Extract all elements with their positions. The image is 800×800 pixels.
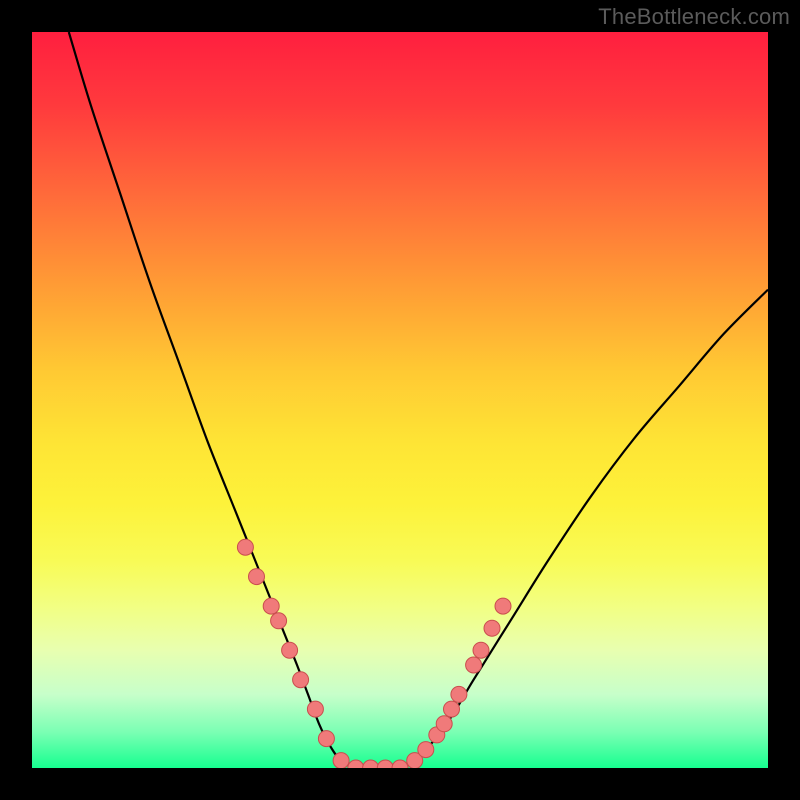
curve-dots [237,539,511,768]
watermark-text: TheBottleneck.com [598,4,790,30]
curve-dot [495,598,511,614]
curve-dot [318,731,334,747]
curve-dot [263,598,279,614]
curve-dot [282,642,298,658]
curve-dot [363,760,379,768]
bottleneck-curve [69,32,768,768]
curve-dot [436,716,452,732]
curve-dot [444,701,460,717]
curve-dot [348,760,364,768]
bottleneck-curve-svg [32,32,768,768]
curve-dot [466,657,482,673]
curve-dot [293,672,309,688]
curve-dot [271,613,287,629]
curve-dot [249,569,265,585]
curve-dot [451,686,467,702]
curve-dot [484,620,500,636]
curve-dot [377,760,393,768]
curve-dot [418,742,434,758]
curve-dot [473,642,489,658]
curve-dot [237,539,253,555]
curve-dot [307,701,323,717]
curve-dot [333,753,349,768]
curve-dot [392,760,408,768]
chart-plot-area [32,32,768,768]
